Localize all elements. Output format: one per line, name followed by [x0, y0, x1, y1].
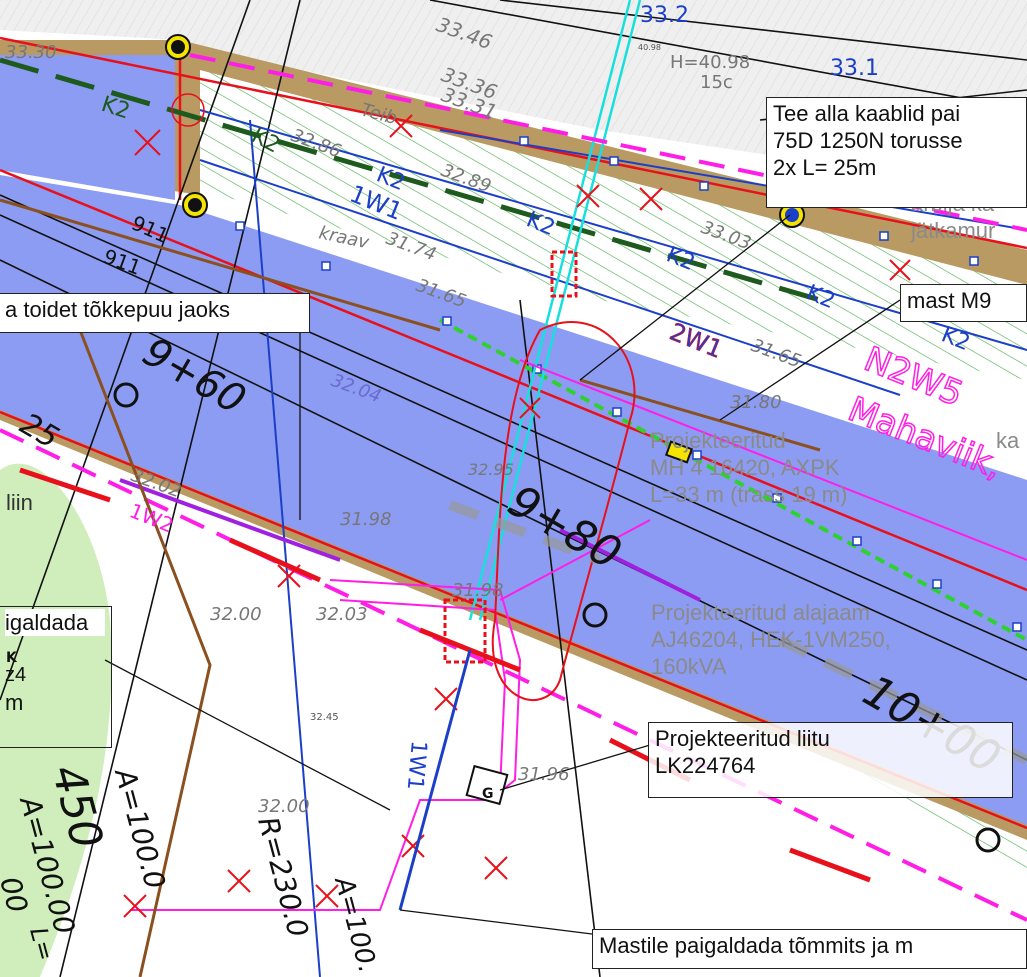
elev-3203: 32.03 — [316, 604, 368, 625]
elev-332: 33.2 — [640, 3, 689, 28]
elev-3180: 31.80 — [730, 392, 782, 413]
callout-projected-junction: Projekteeritud liitu LK224764 — [648, 722, 1013, 798]
faded-ka: ka — [996, 428, 1020, 453]
faded-projected-cable: Projekteeritud MH 4 16420, AXPK L=33 m (… — [650, 428, 848, 507]
elev-3245: 32.45 — [310, 712, 339, 723]
label-1w2: 1W2 — [126, 498, 177, 537]
elev-3295: 32.95 — [468, 460, 514, 479]
label-1w1-vertical: 1W1 — [402, 739, 431, 791]
g-mark: G — [482, 786, 494, 802]
elev-331: 33.1 — [830, 56, 879, 81]
elev-4098: 40.98 — [638, 43, 661, 52]
faded-projected-substation: Projekteeritud alajaam AJ46204, HEK-1VM2… — [651, 600, 891, 679]
faded-liin: liin — [6, 490, 33, 515]
elev-3198-b: 31.98 — [452, 580, 504, 601]
r-curve-label: R=230.0 — [251, 813, 315, 940]
elev-3165-b: 31.65 — [748, 335, 804, 372]
h-value: H=40.98 — [670, 52, 750, 73]
a-100-label-3: A=100. — [328, 872, 383, 976]
elev-3200-a: 32.00 — [210, 604, 262, 625]
callout-install-left: igaldada z4 m — [0, 606, 112, 748]
elev-3196: 31.96 — [518, 764, 570, 785]
label-2w1: 2W1 — [666, 318, 727, 364]
a-100-label-1: A=100.0 — [108, 763, 172, 892]
callout-mast-install: Mastile paigaldada tõmmits ja m — [592, 929, 1027, 969]
callout-barrier-power: a toidet tõkkepuu jaoks — [0, 293, 310, 333]
callout-cable-under-road: Tee alla kaablid pai 75D 1250N torusse 2… — [766, 97, 1027, 208]
elev-3330: 33.30 — [5, 42, 57, 63]
h-sub: 15c — [700, 72, 733, 93]
callout-mast-m9: mast M9 — [900, 284, 1027, 322]
cad-plan-view: 9+60 9+80 10+00 N2W5 Mahaviik, K2 K2 K2 … — [0, 0, 1027, 977]
road-surface — [0, 55, 175, 200]
elev-3198-a: 31.98 — [340, 509, 392, 530]
